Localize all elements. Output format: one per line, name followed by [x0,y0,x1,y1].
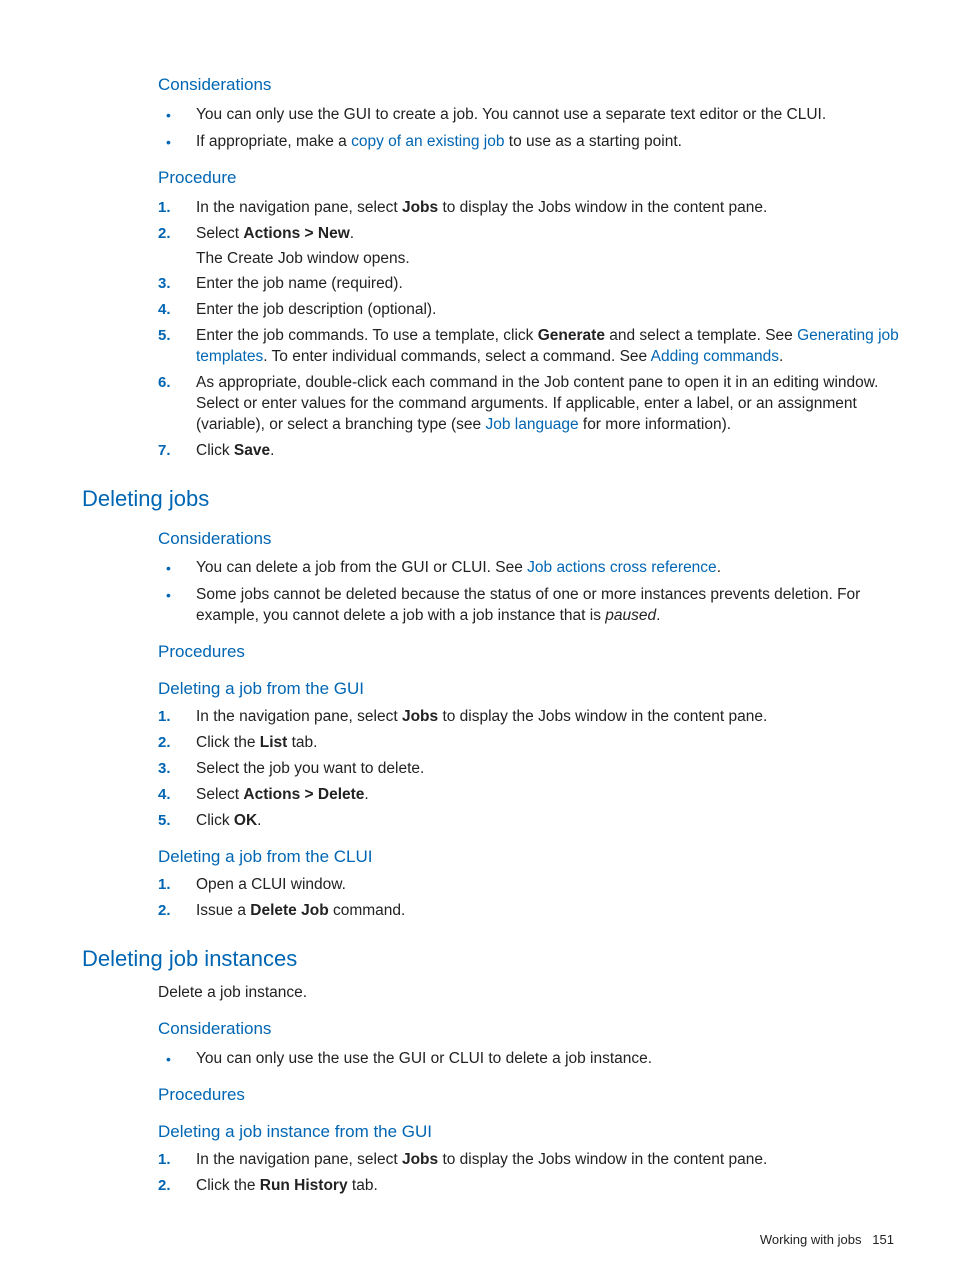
list-item: You can delete a job from the GUI or CLU… [158,558,904,579]
text-bold: OK [234,812,257,829]
heading-deleting-job-instances: Deleting job instances [82,944,904,974]
list-item: Select Actions > Delete. [158,785,904,806]
intro-text: Delete a job instance. [158,983,904,1004]
text: . [257,812,261,829]
text: Click the [196,1177,260,1194]
sub-text: The Create Job window opens. [196,249,904,270]
page-footer: Working with jobs 151 [82,1231,904,1249]
text: In the navigation pane, select [196,1151,402,1168]
list-item: Click Save. [158,441,904,462]
text: You can only use the use the GUI or CLUI… [196,1050,652,1067]
text-bold: Delete Job [250,902,328,919]
text: You can only use the GUI to create a job… [196,106,826,123]
link-copy-existing-job[interactable]: copy of an existing job [351,133,504,150]
heading-procedures: Procedures [158,1084,904,1107]
list-item: Select the job you want to delete. [158,759,904,780]
text: . To enter individual commands, select a… [263,348,650,365]
heading-procedures: Procedures [158,641,904,664]
text: command. [329,902,406,919]
ordered-list: In the navigation pane, select Jobs to d… [158,707,904,832]
text: In the navigation pane, select [196,199,402,216]
text: Enter the job commands. To use a templat… [196,327,538,344]
text: In the navigation pane, select [196,708,402,725]
text: Open a CLUI window. [196,876,346,893]
text: tab. [348,1177,378,1194]
heading-considerations: Considerations [158,1018,904,1041]
text: Select the job you want to delete. [196,760,424,777]
list-item: In the navigation pane, select Jobs to d… [158,1150,904,1171]
text: to display the Jobs window in the conten… [438,199,767,216]
footer-text: Working with jobs [760,1232,862,1247]
text: to display the Jobs window in the conten… [438,1151,767,1168]
list-item: Issue a Delete Job command. [158,901,904,922]
ordered-list: In the navigation pane, select Jobs to d… [158,198,904,462]
text-italic: paused [605,607,656,624]
text: Click [196,442,234,459]
page-number: 151 [872,1232,894,1247]
bullet-list: You can delete a job from the GUI or CLU… [158,558,904,627]
link-job-actions-cross-reference[interactable]: Job actions cross reference [527,559,717,576]
text: Some jobs cannot be deleted because the … [196,586,860,624]
text-bold: Actions > Delete [243,786,364,803]
text-bold: List [260,734,288,751]
list-item: Click OK. [158,811,904,832]
text: and select a template. See [605,327,797,344]
heading-procedure: Procedure [158,167,904,190]
text: Enter the job name (required). [196,275,403,292]
list-item: Enter the job name (required). [158,274,904,295]
bullet-list: You can only use the use the GUI or CLUI… [158,1049,904,1070]
text: Select [196,786,243,803]
list-item: Click the Run History tab. [158,1176,904,1197]
text: Click the [196,734,260,751]
text-bold: Generate [538,327,605,344]
text: Click [196,812,234,829]
text: for more information). [579,416,731,433]
list-item: Enter the job commands. To use a templat… [158,326,904,368]
list-item: Select Actions > New. The Create Job win… [158,224,904,270]
bullet-list: You can only use the GUI to create a job… [158,105,904,153]
list-item: In the navigation pane, select Jobs to d… [158,198,904,219]
text-bold: Run History [260,1177,348,1194]
heading-considerations: Considerations [158,528,904,551]
text-bold: Save [234,442,270,459]
list-item: In the navigation pane, select Jobs to d… [158,707,904,728]
link-adding-commands[interactable]: Adding commands [651,348,779,365]
heading-deleting-jobs: Deleting jobs [82,484,904,514]
list-item: You can only use the use the GUI or CLUI… [158,1049,904,1070]
heading-considerations: Considerations [158,74,904,97]
ordered-list: In the navigation pane, select Jobs to d… [158,1150,904,1197]
text: . [350,225,354,242]
text-bold: Actions > New [243,225,349,242]
text: . [364,786,368,803]
list-item: Some jobs cannot be deleted because the … [158,585,904,627]
text: You can delete a job from the GUI or CLU… [196,559,527,576]
text: . [270,442,274,459]
ordered-list: Open a CLUI window. Issue a Delete Job c… [158,875,904,922]
list-item: Open a CLUI window. [158,875,904,896]
text: to use as a starting point. [504,133,682,150]
text: to display the Jobs window in the conten… [438,708,767,725]
heading-deleting-job-gui: Deleting a job from the GUI [158,678,904,701]
list-item: If appropriate, make a copy of an existi… [158,132,904,153]
text: tab. [287,734,317,751]
link-job-language[interactable]: Job language [485,416,578,433]
text-bold: Jobs [402,1151,438,1168]
list-item: Click the List tab. [158,733,904,754]
text-bold: Jobs [402,708,438,725]
text: Select [196,225,243,242]
text: . [717,559,721,576]
heading-deleting-job-clui: Deleting a job from the CLUI [158,846,904,869]
list-item: As appropriate, double-click each comman… [158,373,904,436]
heading-deleting-job-instance-gui: Deleting a job instance from the GUI [158,1121,904,1144]
text: . [779,348,783,365]
text-bold: Jobs [402,199,438,216]
list-item: Enter the job description (optional). [158,300,904,321]
text: If appropriate, make a [196,133,351,150]
text: . [656,607,660,624]
text: Enter the job description (optional). [196,301,436,318]
list-item: You can only use the GUI to create a job… [158,105,904,126]
text: Issue a [196,902,250,919]
